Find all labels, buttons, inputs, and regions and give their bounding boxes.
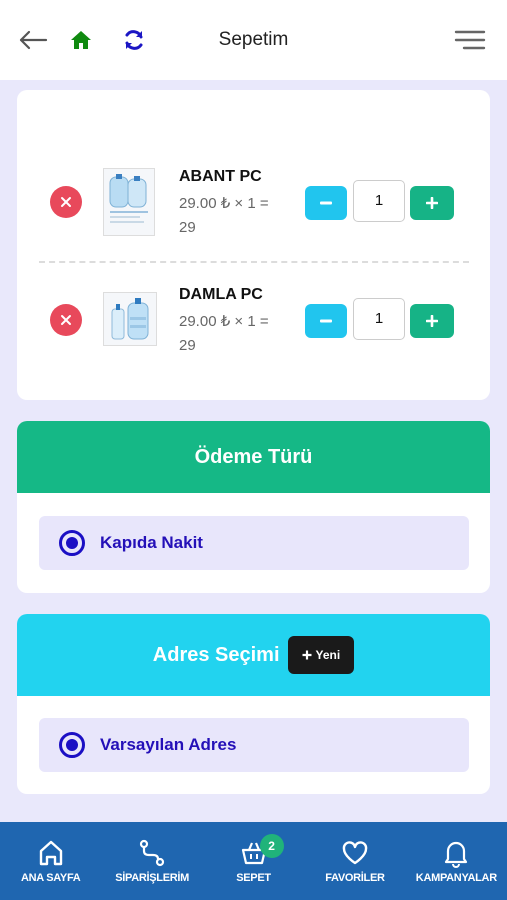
minus-icon	[320, 319, 332, 323]
nav-item-cart[interactable]: SEPET 2	[203, 822, 304, 900]
page-title: Sepetim	[218, 29, 289, 50]
payment-option[interactable]: Kapıda Nakit	[39, 516, 469, 570]
new-address-label: Yeni	[315, 648, 341, 662]
close-icon	[61, 315, 71, 325]
quantity-input[interactable]: 1	[353, 180, 405, 222]
item-divider	[39, 261, 469, 263]
address-option[interactable]: Varsayılan Adres	[39, 718, 469, 772]
product-name: DAMLA PC	[179, 286, 263, 303]
heart-icon	[342, 841, 368, 865]
cart-count-badge: 2	[259, 834, 284, 858]
nav-label: ANA SAYFA	[20, 872, 81, 884]
payment-title: Ödeme Türü	[194, 445, 313, 468]
minus-icon	[320, 201, 332, 205]
price-calculation: 29.00 ₺ × 1 =	[179, 195, 269, 212]
payment-option-label: Kapıda Nakit	[100, 533, 203, 552]
new-address-button[interactable]: Yeni	[287, 636, 355, 674]
plus-icon	[302, 650, 312, 660]
radio-icon[interactable]	[59, 732, 85, 758]
water-bottle-icon	[109, 174, 148, 223]
product-price: 29.00 ₺ × 1 = 29	[179, 192, 289, 240]
product-name: ABANT PC	[179, 168, 262, 185]
nav-label: KAMPANYALAR	[415, 872, 497, 884]
price-total: 29	[179, 337, 196, 354]
water-bottle-icon	[111, 298, 149, 340]
price-total: 29	[179, 219, 196, 236]
bell-icon	[445, 841, 468, 868]
increase-quantity-button[interactable]	[410, 186, 454, 220]
product-image	[103, 168, 155, 236]
cart-card: ABANT PC 29.00 ₺ × 1 = 29 1 DAMLA PC 29.…	[17, 90, 490, 400]
nav-label: FAVORİLER	[325, 872, 385, 884]
address-title: Adres Seçimi	[152, 643, 280, 666]
plus-icon	[426, 197, 438, 209]
payment-card: Ödeme Türü Kapıda Nakit	[17, 421, 490, 593]
nav-item-favorites[interactable]: FAVORİLER	[304, 822, 405, 900]
decrease-quantity-button[interactable]	[305, 186, 347, 220]
nav-item-orders[interactable]: SİPARİŞLERİM	[101, 822, 202, 900]
route-icon	[140, 839, 165, 867]
top-bar: Sepetim	[0, 0, 507, 80]
remove-item-button[interactable]	[50, 186, 82, 218]
nav-label: SEPET	[236, 872, 271, 884]
address-header: Adres Seçimi Yeni	[17, 614, 490, 696]
nav-item-home[interactable]: ANA SAYFA	[0, 822, 101, 900]
nav-label: SİPARİŞLERİM	[115, 872, 190, 884]
decrease-quantity-button[interactable]	[305, 304, 347, 338]
cart-item: ABANT PC 29.00 ₺ × 1 = 29 1	[17, 162, 490, 242]
home-icon	[39, 840, 62, 866]
quantity-input[interactable]: 1	[353, 298, 405, 340]
increase-quantity-button[interactable]	[410, 304, 454, 338]
nav-item-campaigns[interactable]: KAMPANYALAR	[406, 822, 507, 900]
product-image	[103, 292, 157, 346]
address-card: Adres Seçimi Yeni Varsayılan Adres	[17, 614, 490, 794]
address-option-label: Varsayılan Adres	[100, 735, 237, 754]
close-icon	[61, 197, 71, 207]
bottom-navigation: ANA SAYFA SİPARİŞLERİM SEPET 2 FAVORİLER…	[0, 822, 507, 900]
price-calculation: 29.00 ₺ × 1 =	[179, 313, 269, 330]
payment-header: Ödeme Türü	[17, 421, 490, 493]
menu-icon[interactable]	[452, 24, 488, 56]
product-price: 29.00 ₺ × 1 = 29	[179, 310, 289, 358]
cart-item: DAMLA PC 29.00 ₺ × 1 = 29 1	[17, 280, 490, 360]
plus-icon	[426, 315, 438, 327]
remove-item-button[interactable]	[50, 304, 82, 336]
radio-icon[interactable]	[59, 530, 85, 556]
